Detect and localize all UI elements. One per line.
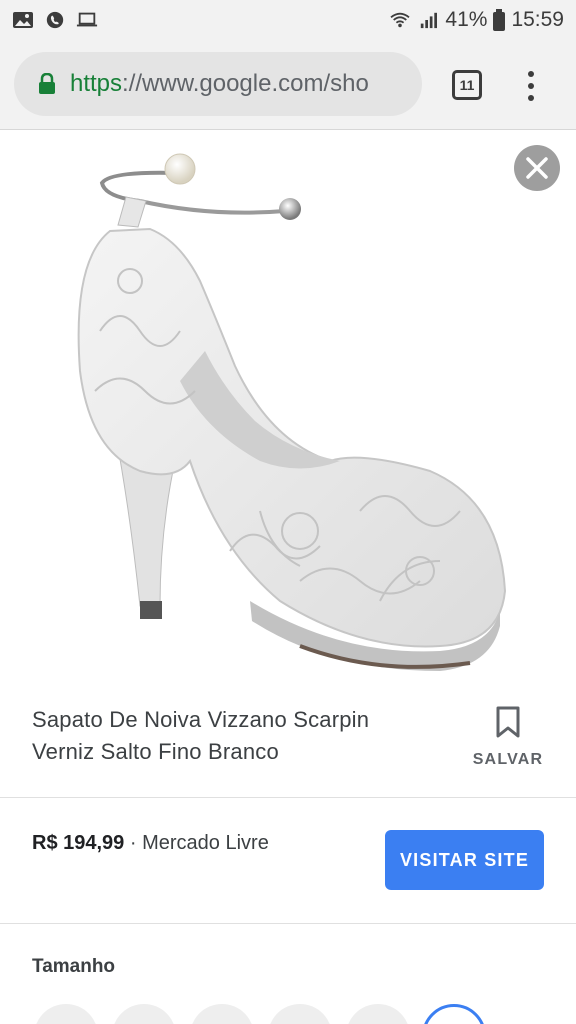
close-button[interactable]: [514, 145, 560, 191]
price-line: R$ 194,99 · Mercado Livre: [32, 832, 269, 855]
size-option[interactable]: [268, 1004, 332, 1024]
price-row: R$ 194,99 · Mercado Livre VISITAR SITE: [0, 798, 576, 924]
bookmark-icon: [496, 706, 520, 738]
status-bar: 41% 15:59: [0, 0, 576, 40]
product-title: Sapato De Noiva Vizzano Scarpin Verniz S…: [32, 707, 370, 764]
price-value: R$ 194,99: [32, 832, 125, 854]
visit-site-button[interactable]: VISITAR SITE: [385, 830, 544, 890]
size-option[interactable]: [346, 1004, 410, 1024]
browser-toolbar: https://www.google.com/sho 11: [0, 40, 576, 130]
menu-dot-icon: [528, 83, 534, 89]
menu-dot-icon: [528, 95, 534, 101]
size-option-selected[interactable]: [422, 1004, 486, 1024]
close-icon: [526, 157, 548, 179]
wifi-icon: [390, 12, 410, 28]
size-label: Tamanho: [32, 956, 116, 977]
battery-icon: [493, 9, 506, 31]
signal-icon: [421, 12, 438, 29]
menu-dot-icon: [528, 71, 534, 77]
save-label: SALVAR: [472, 751, 544, 768]
url-domain: ://www.google.com/sho: [122, 70, 369, 97]
tab-switcher-button[interactable]: 11: [452, 70, 482, 100]
lock-icon: [39, 73, 55, 94]
battery-percent: 41%: [445, 8, 488, 31]
overflow-menu-button[interactable]: [520, 66, 542, 106]
url-scheme: https: [70, 70, 123, 97]
address-bar[interactable]: https://www.google.com/sho: [14, 52, 422, 116]
size-option[interactable]: [112, 1004, 176, 1024]
product-image[interactable]: [0, 131, 576, 691]
phone-icon: [46, 11, 64, 29]
price-separator: ·: [129, 832, 137, 854]
clock: 15:59: [511, 8, 564, 31]
seller-name: Mercado Livre: [142, 832, 269, 854]
product-title-row: Sapato De Noiva Vizzano Scarpin Verniz S…: [0, 698, 576, 798]
size-option[interactable]: [34, 1004, 98, 1024]
image-icon: [13, 12, 33, 28]
product-image-area: [0, 131, 576, 691]
url-text: https://www.google.com/sho: [70, 70, 369, 98]
save-button[interactable]: SALVAR: [468, 706, 548, 769]
laptop-icon: [76, 12, 98, 27]
size-option[interactable]: [190, 1004, 254, 1024]
